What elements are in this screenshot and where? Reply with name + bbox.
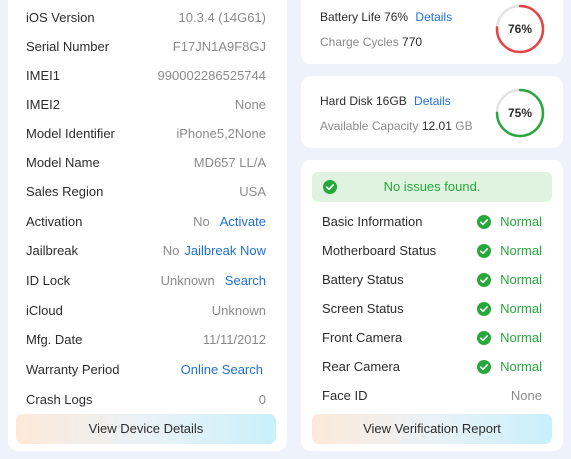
check-label: Basic Information: [322, 214, 423, 229]
sales-region-label: Sales Region: [26, 184, 104, 199]
disk-percent-text: 75%: [507, 106, 533, 120]
check-label: Face ID: [322, 388, 368, 403]
check-row-basic-information: Basic Information Normal: [322, 214, 542, 234]
view-device-details-button[interactable]: View Device Details: [16, 414, 276, 444]
jailbreak-label: Jailbreak: [26, 243, 79, 258]
check-label: Motherboard Status: [322, 243, 437, 258]
jailbreak-now-link[interactable]: Jailbreak Now: [184, 243, 266, 258]
row-mfg-date: Mfg. Date 11/11/2012: [26, 332, 266, 352]
available-capacity-value: 12.01: [421, 119, 452, 133]
no-issues-text: No issues found.: [383, 179, 481, 194]
imei2-value: None: [234, 97, 266, 112]
check-circle-icon: [477, 331, 491, 345]
charge-cycles-value: 770: [402, 35, 423, 49]
imei1-value: 990002286525744: [157, 68, 266, 83]
check-row-front-camera: Front Camera Normal: [322, 330, 542, 350]
mfg-date-label: Mfg. Date: [26, 332, 83, 347]
activate-link[interactable]: Activate: [220, 214, 266, 229]
check-row-motherboard-status: Motherboard Status Normal: [322, 243, 542, 263]
row-serial-number: Serial Number F17JN1A9F8GJ: [26, 39, 266, 59]
check-row-screen-status: Screen Status Normal: [322, 301, 542, 321]
check-row-face-id: Face ID None: [322, 388, 542, 408]
crash-logs-label: Crash Logs: [26, 392, 93, 407]
row-ios-version: iOS Version 10.3.4 (14G61): [26, 10, 266, 30]
charge-cycles-label: Charge Cycles: [320, 35, 399, 49]
ios-version-label: iOS Version: [26, 10, 95, 25]
charge-cycles-line: Charge Cycles 770: [320, 35, 422, 49]
row-imei2: IMEI2 None: [26, 97, 266, 117]
battery-details-link[interactable]: Details: [415, 10, 452, 24]
imei2-label: IMEI2: [26, 97, 60, 112]
check-status: Normal: [500, 272, 542, 287]
mfg-date-value: 11/11/2012: [202, 332, 266, 347]
id-lock-label: ID Lock: [26, 273, 71, 288]
row-activation: Activation No Activate: [26, 214, 266, 234]
warranty-period-label: Warranty Period: [26, 362, 120, 377]
row-imei1: IMEI1 990002286525744: [26, 68, 266, 88]
row-model-identifier: Model Identifier iPhone5,2None: [26, 126, 266, 146]
disk-details-link[interactable]: Details: [414, 94, 451, 108]
check-circle-icon: [477, 273, 491, 287]
view-verification-report-button[interactable]: View Verification Report: [312, 414, 552, 444]
row-sales-region: Sales Region USA: [26, 184, 266, 204]
check-status: Normal: [500, 243, 542, 258]
check-circle-icon: [477, 215, 491, 229]
row-warranty-period: Warranty Period Online Search: [26, 362, 266, 382]
id-lock-value: Unknown: [160, 273, 215, 288]
row-jailbreak: Jailbreak No Jailbreak Now: [26, 243, 266, 263]
model-identifier-value: iPhone5,2None: [176, 126, 266, 141]
online-search-link[interactable]: Online Search: [181, 362, 263, 377]
check-circle-icon: [477, 360, 491, 374]
check-circle-icon: [477, 302, 491, 316]
available-capacity-label: Available Capacity: [320, 119, 419, 133]
check-label: Battery Status: [322, 272, 404, 287]
check-row-rear-camera: Rear Camera Normal: [322, 359, 542, 379]
battery-ring: 76%: [495, 4, 545, 54]
no-issues-banner: No issues found.: [312, 172, 552, 202]
disk-title-line: Hard Disk 16GB Details: [320, 94, 451, 108]
check-label: Screen Status: [322, 301, 404, 316]
battery-title-line: Battery Life 76% Details: [320, 10, 452, 24]
jailbreak-value: No: [162, 243, 180, 258]
row-id-lock: ID Lock Unknown Search: [26, 273, 266, 293]
hard-disk-label: Hard Disk 16GB: [320, 94, 407, 108]
activation-label: Activation: [26, 214, 83, 229]
check-circle-icon: [323, 180, 337, 194]
available-capacity-unit: GB: [455, 119, 473, 133]
check-status: Normal: [500, 359, 542, 374]
battery-percent-text: 76%: [507, 22, 533, 36]
check-circle-icon: [477, 244, 491, 258]
row-crash-logs: Crash Logs 0: [26, 392, 266, 412]
model-name-value: MD657 LL/A: [193, 155, 266, 170]
crash-logs-value: 0: [258, 392, 266, 407]
row-icloud: iCloud Unknown: [26, 303, 266, 323]
icloud-label: iCloud: [26, 303, 63, 318]
imei1-label: IMEI1: [26, 68, 60, 83]
check-label: Front Camera: [322, 330, 403, 345]
ios-version-value: 10.3.4 (14G61): [178, 10, 266, 25]
model-identifier-label: Model Identifier: [26, 126, 115, 141]
model-name-label: Model Name: [26, 155, 100, 170]
check-row-battery-status: Battery Status Normal: [322, 272, 542, 292]
check-status: Normal: [500, 330, 542, 345]
serial-number-label: Serial Number: [26, 39, 110, 54]
row-model-name: Model Name MD657 LL/A: [26, 155, 266, 175]
check-label: Rear Camera: [322, 359, 401, 374]
id-lock-search-link[interactable]: Search: [225, 273, 266, 288]
available-capacity-line: Available Capacity 12.01 GB: [320, 119, 473, 133]
sales-region-value: USA: [239, 184, 266, 199]
activation-value: No: [193, 214, 210, 229]
battery-life-label: Battery Life 76%: [320, 10, 409, 24]
disk-ring: 75%: [495, 88, 545, 138]
check-status: None: [510, 388, 542, 403]
serial-number-value: F17JN1A9F8GJ: [172, 39, 266, 54]
icloud-value: Unknown: [211, 303, 266, 318]
check-status: Normal: [500, 214, 542, 229]
check-status: Normal: [500, 301, 542, 316]
